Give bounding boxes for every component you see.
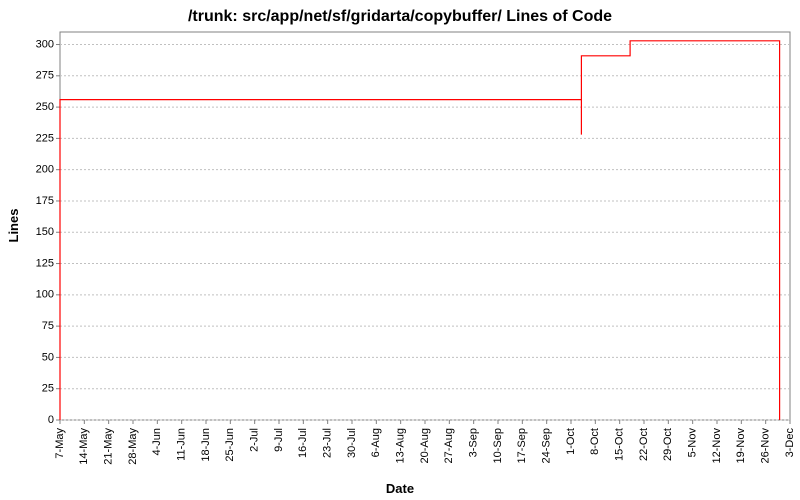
svg-text:100: 100 bbox=[36, 289, 54, 301]
svg-text:300: 300 bbox=[36, 38, 54, 50]
svg-text:19-Nov: 19-Nov bbox=[735, 428, 747, 464]
svg-text:12-Nov: 12-Nov bbox=[711, 428, 723, 464]
svg-text:11-Jun: 11-Jun bbox=[176, 428, 188, 461]
svg-text:200: 200 bbox=[36, 164, 54, 176]
svg-text:175: 175 bbox=[36, 195, 54, 207]
svg-text:27-Aug: 27-Aug bbox=[443, 428, 455, 463]
svg-text:150: 150 bbox=[36, 226, 54, 238]
svg-text:15-Oct: 15-Oct bbox=[614, 428, 626, 461]
svg-text:7-May: 7-May bbox=[54, 428, 66, 459]
svg-text:0: 0 bbox=[48, 414, 54, 426]
svg-text:25: 25 bbox=[42, 383, 54, 395]
svg-text:1-Oct: 1-Oct bbox=[565, 428, 577, 455]
svg-text:2-Jul: 2-Jul bbox=[249, 428, 261, 452]
svg-text:3-Sep: 3-Sep bbox=[468, 428, 480, 457]
svg-text:10-Sep: 10-Sep bbox=[492, 428, 504, 463]
svg-text:21-May: 21-May bbox=[103, 428, 115, 465]
svg-text:22-Oct: 22-Oct bbox=[638, 428, 650, 461]
svg-text:225: 225 bbox=[36, 132, 54, 144]
svg-text:13-Aug: 13-Aug bbox=[395, 428, 407, 463]
svg-text:28-May: 28-May bbox=[127, 428, 139, 465]
svg-text:23-Jul: 23-Jul bbox=[322, 428, 334, 458]
svg-text:8-Oct: 8-Oct bbox=[589, 428, 601, 455]
svg-text:6-Aug: 6-Aug bbox=[370, 428, 382, 457]
svg-text:24-Sep: 24-Sep bbox=[541, 428, 553, 463]
svg-text:4-Jun: 4-Jun bbox=[151, 428, 163, 456]
svg-text:3-Dec: 3-Dec bbox=[784, 428, 796, 458]
svg-text:5-Nov: 5-Nov bbox=[687, 428, 699, 458]
svg-text:14-May: 14-May bbox=[78, 428, 90, 465]
svg-text:250: 250 bbox=[36, 101, 54, 113]
svg-text:17-Sep: 17-Sep bbox=[516, 428, 528, 463]
chart-svg: 0 25 50 75 100 125 150 175 200 225 250 275 300 7-May 1… bbox=[0, 0, 800, 500]
svg-text:20-Aug: 20-Aug bbox=[419, 428, 431, 463]
svg-text:50: 50 bbox=[42, 351, 54, 363]
svg-text:29-Oct: 29-Oct bbox=[662, 428, 674, 461]
svg-text:275: 275 bbox=[36, 70, 54, 82]
svg-text:75: 75 bbox=[42, 320, 54, 332]
svg-text:18-Jun: 18-Jun bbox=[200, 428, 212, 462]
svg-text:25-Jun: 25-Jun bbox=[224, 428, 236, 462]
chart-container: /trunk: src/app/net/sf/gridarta/copybuff… bbox=[0, 0, 800, 500]
svg-text:26-Nov: 26-Nov bbox=[760, 428, 772, 464]
svg-text:125: 125 bbox=[36, 257, 54, 269]
svg-text:9-Jul: 9-Jul bbox=[273, 428, 285, 452]
svg-text:30-Jul: 30-Jul bbox=[346, 428, 358, 458]
svg-text:16-Jul: 16-Jul bbox=[297, 428, 309, 458]
